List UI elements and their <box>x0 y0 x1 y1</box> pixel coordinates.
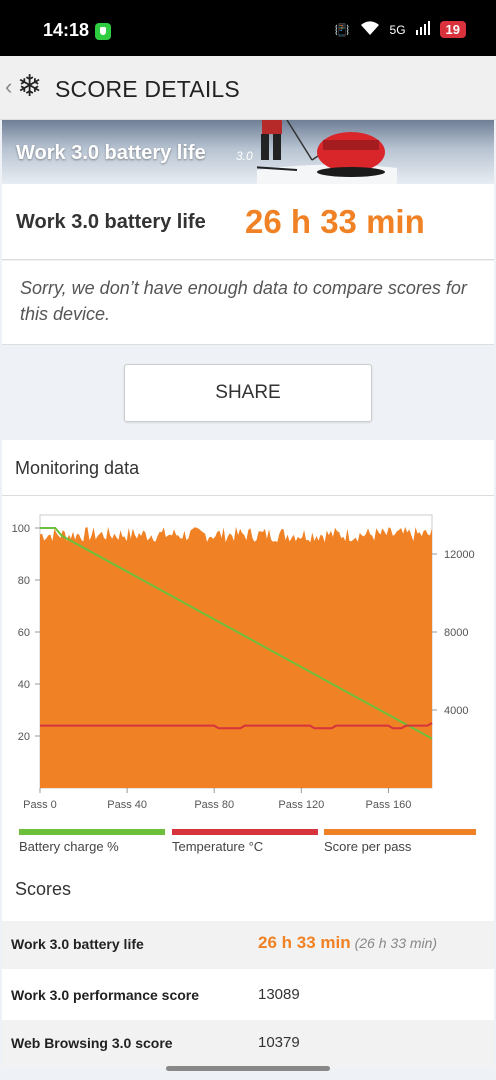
score-row: Work 3.0 performance score 13089 <box>2 972 494 1020</box>
shield-icon <box>95 23 111 40</box>
battery-badge: 19 <box>439 21 466 38</box>
row-name: Web Browsing 3.0 score <box>11 1035 173 1051</box>
comparison-notice: Sorry, we don’t have enough data to comp… <box>2 261 494 345</box>
back-arrow-icon[interactable]: ‹ <box>5 74 12 100</box>
x-tick-label: Pass 40 <box>107 799 147 811</box>
right-tick-label: 8000 <box>444 627 468 639</box>
x-tick-label: Pass 120 <box>278 799 324 811</box>
legend-swatch <box>324 829 476 835</box>
status-time: 14:18 <box>43 20 90 40</box>
page-title: SCORE DETAILS <box>55 76 240 102</box>
left-tick-label: 60 <box>18 627 30 639</box>
status-icons: 📳 5G 19 <box>335 20 466 39</box>
score-value: 26 h 33 min <box>245 203 425 240</box>
legend-swatch <box>19 829 165 835</box>
status-bar: 14:18 📳 5G 19 <box>0 0 496 56</box>
row-name: Work 3.0 battery life <box>11 936 144 952</box>
legend-score: Score per pass <box>324 829 476 859</box>
legend-label: Battery charge % <box>19 839 119 854</box>
score-row: Web Browsing 3.0 score 10379 <box>2 1020 494 1068</box>
banner-version: 3.0 <box>236 149 253 163</box>
left-tick-label: 20 <box>18 731 30 743</box>
monitoring-card: Monitoring data 20 40 60 80 100 4000 8000 12000… <box>2 440 494 1068</box>
x-tick-label: Pass 80 <box>194 799 234 811</box>
x-tick-label: Pass 160 <box>366 799 412 811</box>
score-per-pass-area <box>40 526 432 788</box>
legend-label: Score per pass <box>324 839 412 854</box>
score-label: Work 3.0 battery life <box>16 211 206 233</box>
signal-icon <box>415 21 430 38</box>
right-tick-label: 4000 <box>444 705 468 717</box>
legend-swatch <box>172 829 318 835</box>
app-header: ‹ ❄ SCORE DETAILS <box>0 56 496 120</box>
right-tick-label: 12000 <box>444 549 475 561</box>
row-value-sub: (26 h 33 min) <box>354 935 438 951</box>
legend-temperature: Temperature °C <box>172 829 318 859</box>
snowflake-logo-icon: ❄ <box>17 70 43 103</box>
score-card: Work 3.0 battery life 26 h 33 min <box>2 184 494 260</box>
scores-title: Scores <box>15 879 72 899</box>
row-name: Work 3.0 performance score <box>11 987 200 1003</box>
wifi-icon <box>360 20 380 39</box>
x-tick-label: Pass 0 <box>23 799 57 811</box>
legend-battery: Battery charge % <box>19 829 165 859</box>
row-value: 26 h 33 min (26 h 33 min) <box>258 933 437 953</box>
banner-title: Work 3.0 battery life <box>16 142 206 164</box>
notice-text: Sorry, we don’t have enough data to comp… <box>20 278 467 324</box>
left-tick-label: 100 <box>12 523 30 535</box>
row-value: 13089 <box>258 986 300 1003</box>
home-indicator[interactable] <box>166 1066 330 1071</box>
legend-label: Temperature °C <box>172 839 264 854</box>
left-tick-label: 40 <box>18 679 30 691</box>
skier-illustration <box>257 120 397 184</box>
signal-label: 5G <box>389 22 406 37</box>
share-button[interactable]: SHARE <box>124 364 372 422</box>
row-value: 10379 <box>258 1034 300 1051</box>
vibrate-icon: 📳 <box>334 22 350 37</box>
left-tick-label: 80 <box>18 575 30 587</box>
monitoring-chart: 20 40 60 80 100 4000 8000 12000 Pass 0 Pass 40 Pas… <box>12 514 475 811</box>
score-row: Work 3.0 battery life 26 h 33 min (26 h 3… <box>2 921 494 969</box>
row-value-main: 26 h 33 min <box>258 933 351 952</box>
test-banner: Work 3.0 battery life 3.0 <box>2 120 494 184</box>
